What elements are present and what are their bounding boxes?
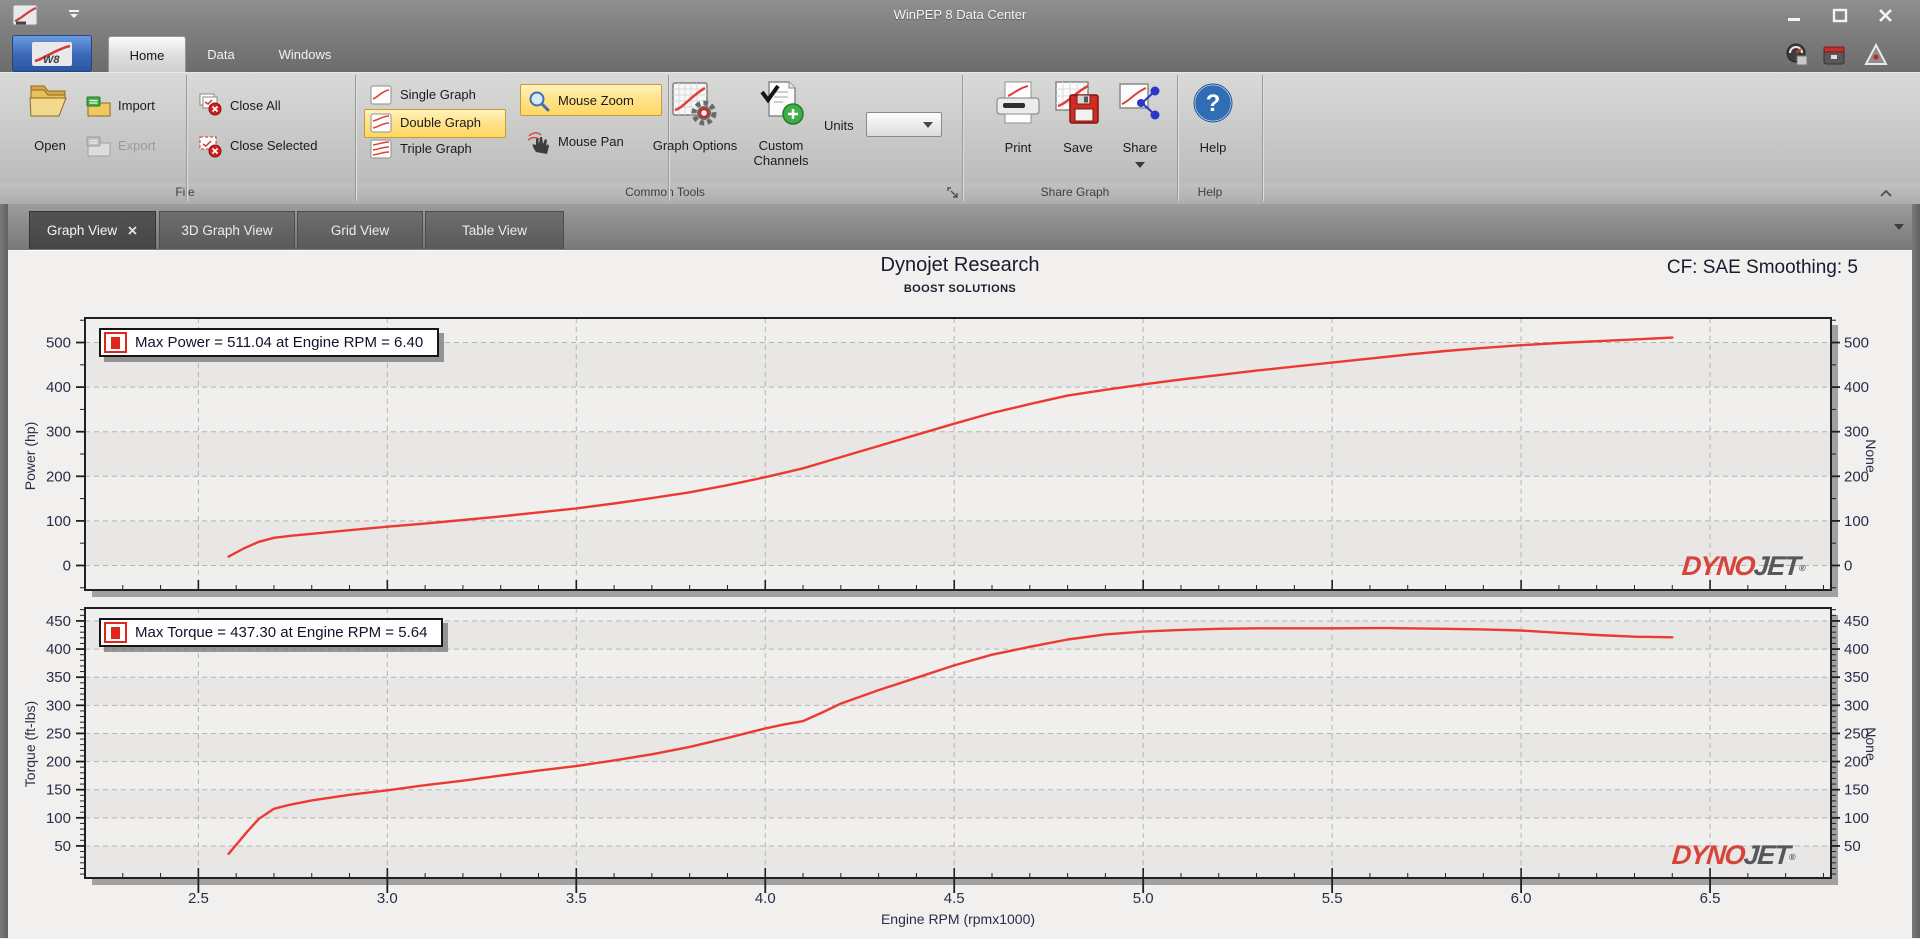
svg-text:100: 100 — [46, 513, 71, 530]
svg-text:100: 100 — [46, 810, 71, 827]
svg-text:50: 50 — [54, 838, 71, 855]
charts-canvas[interactable]: 0 0100 100200 200300 300400 400500 50050 50100 1… — [0, 0, 1920, 938]
svg-text:4.0: 4.0 — [755, 890, 776, 907]
dynojet-logo-top: DYNOJET® — [1680, 551, 1806, 581]
torque-legend-text: Max Torque = 437.30 at Engine RPM = 5.64 — [135, 624, 428, 641]
svg-text:200: 200 — [46, 468, 71, 485]
svg-text:5.5: 5.5 — [1322, 890, 1343, 907]
svg-text:450: 450 — [1844, 613, 1869, 630]
window-frame-left — [0, 204, 8, 938]
torque-legend: Max Torque = 437.30 at Engine RPM = 5.64 — [99, 618, 444, 647]
window-frame-right — [1912, 204, 1920, 938]
svg-text:5.0: 5.0 — [1133, 890, 1154, 907]
rpm-axis-title: Engine RPM (rpmx1000) — [880, 911, 1036, 927]
svg-text:450: 450 — [46, 613, 71, 630]
svg-text:500: 500 — [1844, 335, 1869, 352]
svg-text:6.5: 6.5 — [1700, 890, 1721, 907]
torque-right-axis-title: None — [1863, 727, 1879, 761]
torque-legend-swatch — [104, 622, 127, 643]
dynojet-logo-bottom: DYNOJET® — [1670, 840, 1796, 870]
svg-text:3.0: 3.0 — [377, 890, 398, 907]
svg-text:400: 400 — [46, 379, 71, 396]
svg-text:300: 300 — [46, 424, 71, 441]
svg-text:350: 350 — [46, 669, 71, 686]
svg-text:150: 150 — [46, 782, 71, 799]
power-right-axis-title: None — [1863, 439, 1879, 473]
power-axis-title: Power (hp) — [22, 421, 38, 491]
power-legend-swatch — [104, 332, 127, 353]
svg-text:6.0: 6.0 — [1511, 890, 1532, 907]
svg-text:0: 0 — [63, 557, 71, 574]
svg-text:2.5: 2.5 — [188, 890, 209, 907]
svg-text:400: 400 — [1844, 641, 1869, 658]
svg-text:500: 500 — [46, 335, 71, 352]
svg-text:3.5: 3.5 — [566, 890, 587, 907]
svg-text:50: 50 — [1844, 838, 1861, 855]
svg-text:4.5: 4.5 — [944, 890, 965, 907]
svg-text:0: 0 — [1844, 557, 1852, 574]
svg-text:400: 400 — [46, 641, 71, 658]
svg-text:250: 250 — [46, 725, 71, 742]
torque-axis-title: Torque (ft-lbs) — [22, 700, 38, 788]
svg-text:300: 300 — [46, 697, 71, 714]
power-legend-text: Max Power = 511.04 at Engine RPM = 6.40 — [135, 334, 424, 351]
power-legend: Max Power = 511.04 at Engine RPM = 6.40 — [99, 328, 440, 357]
svg-text:200: 200 — [46, 754, 71, 771]
